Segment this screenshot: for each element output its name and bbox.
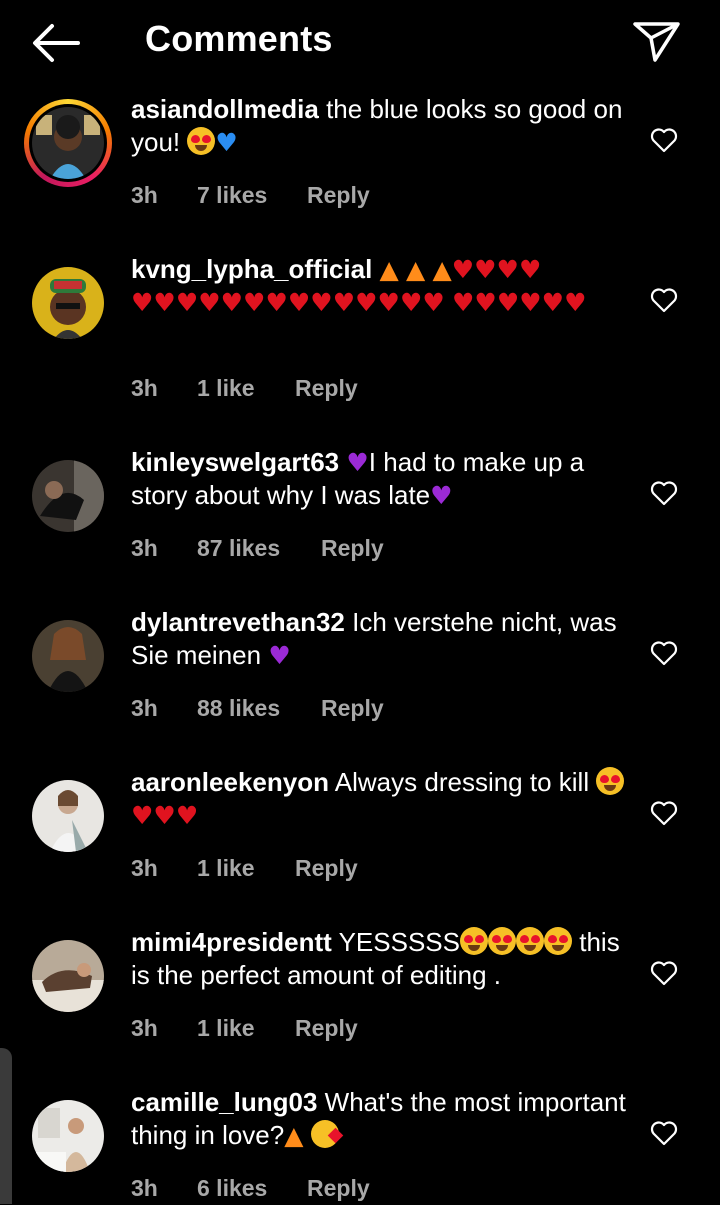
- comment-time: 3h: [131, 535, 158, 561]
- red-heart-emoji-icon: ♥♥♥♥♥♥: [452, 288, 587, 317]
- heart-outline-icon: [650, 288, 678, 313]
- reply-button[interactable]: Reply: [321, 695, 384, 722]
- comment-likes[interactable]: 7 likes: [197, 182, 267, 209]
- heart-outline-icon: [650, 801, 678, 826]
- comment-likes[interactable]: 1 like: [197, 855, 255, 882]
- comment-time: 3h: [131, 1175, 158, 1201]
- reply-button[interactable]: Reply: [295, 855, 358, 882]
- comment-username[interactable]: kvng_lypha_official: [131, 254, 372, 284]
- comment-time: 3h: [131, 375, 158, 401]
- fire-emoji-icon: ▲: [432, 255, 452, 284]
- reply-button[interactable]: Reply: [307, 182, 370, 209]
- comment-username[interactable]: asiandollmedia: [131, 94, 319, 124]
- comment-username[interactable]: kinleyswelgart63: [131, 447, 339, 477]
- scroll-handle[interactable]: [0, 1048, 12, 1204]
- comment-username[interactable]: aaronleekenyon: [131, 767, 329, 797]
- page-title: Comments: [145, 18, 333, 59]
- heart-outline-icon: [650, 961, 678, 986]
- reply-button[interactable]: Reply: [321, 535, 384, 562]
- avatar[interactable]: [32, 780, 104, 852]
- comment-likes[interactable]: 6 likes: [197, 1175, 267, 1202]
- like-button[interactable]: [650, 1120, 678, 1146]
- fire-emoji-icon: ▲: [406, 255, 426, 284]
- arrow-left-icon: [33, 24, 80, 62]
- like-button[interactable]: [650, 287, 678, 313]
- comment-likes[interactable]: 88 likes: [197, 695, 280, 722]
- like-button[interactable]: [650, 960, 678, 986]
- heart-outline-icon: [650, 1121, 678, 1146]
- comment-likes[interactable]: 1 like: [197, 1015, 255, 1042]
- kissing-face-emoji-icon: [310, 1120, 343, 1148]
- comment-text: camille_lung03 What's the most important…: [131, 1086, 631, 1152]
- comments-header: Comments: [0, 0, 720, 86]
- heart-eyes-emoji-icon: [516, 927, 544, 955]
- comment-username[interactable]: dylantrevethan32: [131, 607, 345, 637]
- heart-eyes-emoji-icon: [544, 927, 572, 955]
- avatar[interactable]: [24, 99, 112, 187]
- comment-time: 3h: [131, 182, 158, 208]
- heart-eyes-emoji-icon: [187, 127, 216, 155]
- comment-text: asiandollmedia the blue looks so good on…: [131, 93, 631, 159]
- avatar[interactable]: [32, 620, 104, 692]
- avatar[interactable]: [32, 267, 104, 339]
- comment-time: 3h: [131, 695, 158, 721]
- comment-text: kinleyswelgart63 ♥I had to make up a sto…: [131, 446, 631, 512]
- paper-plane-icon: [633, 22, 680, 62]
- comment-text: kvng_lypha_official ▲ ▲ ▲♥♥♥♥ ♥♥♥♥♥♥♥♥♥♥…: [131, 253, 631, 319]
- comment-username[interactable]: mimi4presidentt: [131, 927, 332, 957]
- heart-eyes-emoji-icon: [596, 767, 625, 795]
- like-button[interactable]: [650, 800, 678, 826]
- reply-button[interactable]: Reply: [307, 1175, 370, 1202]
- share-button[interactable]: [628, 16, 684, 66]
- purple-heart-emoji-icon: ♥: [268, 641, 291, 670]
- heart-outline-icon: [650, 641, 678, 666]
- heart-eyes-emoji-icon: [488, 927, 516, 955]
- comment-text: dylantrevethan32 Ich verstehe nicht, was…: [131, 606, 631, 672]
- fire-emoji-icon: ▲: [379, 255, 399, 284]
- comment-body: YESSSSS: [338, 927, 460, 957]
- red-heart-emoji-icon: ♥♥♥: [131, 801, 199, 830]
- comment-likes[interactable]: 1 like: [197, 375, 255, 402]
- like-button[interactable]: [650, 127, 678, 153]
- back-button[interactable]: [28, 20, 84, 66]
- reply-button[interactable]: Reply: [295, 375, 358, 402]
- comment-text: aaronleekenyon Always dressing to kill ♥…: [131, 766, 631, 832]
- purple-heart-emoji-icon: ♥: [346, 448, 369, 477]
- blue-heart-emoji-icon: ♥: [215, 128, 238, 157]
- fire-emoji-icon: ▲: [284, 1121, 304, 1150]
- comment-time: 3h: [131, 855, 158, 881]
- like-button[interactable]: [650, 480, 678, 506]
- reply-button[interactable]: Reply: [295, 1015, 358, 1042]
- avatar[interactable]: [32, 1100, 104, 1172]
- avatar[interactable]: [32, 940, 104, 1012]
- red-heart-emoji-icon: ♥♥♥♥: [451, 255, 542, 284]
- comment-likes[interactable]: 87 likes: [197, 535, 280, 562]
- comment-text: mimi4presidentt YESSSSS this is the perf…: [131, 926, 631, 992]
- heart-eyes-emoji-icon: [460, 927, 488, 955]
- red-heart-emoji-icon: ♥♥♥♥♥♥♥♥♥♥♥♥♥♥: [131, 288, 445, 317]
- avatar[interactable]: [32, 460, 104, 532]
- purple-heart-emoji-icon: ♥: [430, 481, 453, 510]
- comment-body: Always dressing to kill: [334, 767, 590, 797]
- heart-outline-icon: [650, 481, 678, 506]
- comment-username[interactable]: camille_lung03: [131, 1087, 317, 1117]
- comment-time: 3h: [131, 1015, 158, 1041]
- like-button[interactable]: [650, 640, 678, 666]
- heart-outline-icon: [650, 128, 678, 153]
